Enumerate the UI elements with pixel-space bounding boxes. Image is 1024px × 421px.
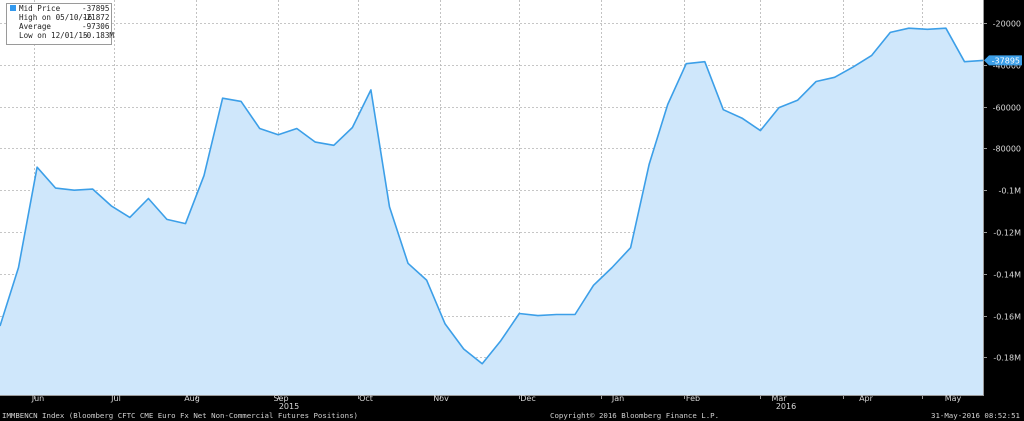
x-tick-label: Apr [859, 394, 874, 403]
footer-index-description: IMMBENCN Index (Bloomberg CFTC CME Euro … [2, 411, 358, 420]
year-label: 2015 [279, 402, 299, 411]
footer-timestamp: 31-May-2016 08:52:51 [931, 411, 1020, 420]
y-tick-label: -20000 [993, 20, 1021, 29]
x-tick-label: Aug [184, 394, 200, 403]
footer-copyright: Copyright© 2016 Bloomberg Finance L.P. [550, 411, 720, 420]
y-tick-label: -0.18M [993, 354, 1021, 363]
y-tick-label: -0.14M [993, 271, 1021, 280]
legend-box: Mid Price -37895 High on 05/10/16 -21872… [6, 3, 115, 45]
x-axis-ticks: Jun Jul Aug Sep Oct Nov Dec Jan Feb Mar Apr May2015… [31, 394, 962, 411]
y-tick-label: -0.1M [998, 187, 1021, 196]
x-tick-label: May [945, 394, 962, 403]
legend-row-mid-price: Mid Price -37895 [7, 4, 111, 13]
y-tick-label: -0.12M [993, 229, 1021, 238]
legend-label: Mid Price [19, 4, 61, 13]
x-tick-label: Jul [110, 394, 121, 403]
series-swatch-icon [10, 5, 16, 11]
last-price-tag-label: -37895 [992, 56, 1020, 65]
price-chart: -20000-40000-60000-80000-0.1M-0.12M-0.14… [0, 0, 1022, 411]
legend-row-high: High on 05/10/16 -21872 [7, 13, 111, 22]
x-tick-label: Nov [433, 394, 449, 403]
legend-value: -37895 [82, 4, 110, 13]
legend-row-average: Average -97306 [7, 22, 111, 31]
x-tick-label: Oct [359, 394, 373, 403]
legend-label: Average [19, 22, 52, 31]
last-price-tag: -37895 [984, 55, 1022, 66]
x-tick-label: Jan [611, 394, 624, 403]
year-label: 2016 [776, 402, 796, 411]
legend-value: -0.183M [82, 31, 115, 40]
legend-value: -21872 [82, 13, 110, 22]
y-tick-label: -0.16M [993, 313, 1021, 322]
y-axis-ticks: -20000-40000-60000-80000-0.1M-0.12M-0.14… [983, 20, 1021, 363]
x-tick-label: Dec [520, 394, 535, 403]
x-tick-label: Jun [31, 394, 45, 403]
legend-row-low: Low on 12/01/15 -0.183M [7, 31, 115, 40]
x-tick-label: Feb [686, 394, 700, 403]
y-tick-label: -60000 [993, 104, 1021, 113]
y-tick-label: -80000 [993, 145, 1021, 154]
legend-value: -97306 [82, 22, 110, 31]
legend-label: Low on 12/01/15 [19, 31, 88, 40]
